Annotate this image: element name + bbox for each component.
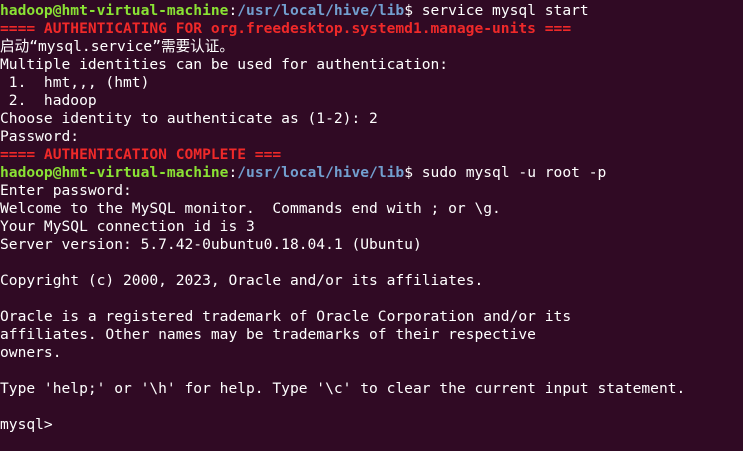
prompt-path: /usr/local/hive/lib (237, 2, 405, 19)
terminal-line: affiliates. Other names may be trademark… (0, 326, 536, 344)
terminal-line: Multiple identities can be used for auth… (0, 56, 448, 74)
terminal-line: Oracle is a registered trademark of Orac… (0, 308, 571, 326)
output-text: 1. hmt,,, (hmt) (0, 74, 150, 91)
terminal-line: 1. hmt,,, (hmt) (0, 74, 150, 92)
output-text: Welcome to the MySQL monitor. Commands e… (0, 200, 501, 217)
terminal-line: owners. (0, 344, 62, 362)
command-text: sudo mysql -u root -p (421, 164, 607, 181)
auth-banner: ==== AUTHENTICATING FOR org.freedesktop.… (0, 20, 572, 37)
terminal-line: hadoop@hmt-virtual-machine:/usr/local/hi… (0, 2, 589, 20)
terminal-line: hadoop@hmt-virtual-machine:/usr/local/hi… (0, 164, 606, 182)
prompt-user-host: hadoop@hmt-virtual-machine (0, 164, 229, 181)
prompt-path: /usr/local/hive/lib (237, 164, 405, 181)
terminal-line: Password: (0, 128, 88, 146)
terminal-line: Your MySQL connection id is 3 (0, 218, 255, 236)
terminal-line: ==== AUTHENTICATION COMPLETE === (0, 146, 281, 164)
output-text: Your MySQL connection id is 3 (0, 218, 255, 235)
mysql-input-line[interactable]: mysql> (0, 416, 71, 434)
prompt-colon: : (228, 164, 238, 181)
mysql-prompt: mysql> (0, 416, 62, 433)
terminal-line: 启动“mysql.service”需要认证。 (0, 38, 234, 56)
terminal-window[interactable]: hadoop@hmt-virtual-machine:/usr/local/hi… (0, 0, 743, 451)
terminal-line: 2. hadoop (0, 92, 97, 110)
output-text: Copyright (c) 2000, 2023, Oracle and/or … (0, 272, 484, 289)
terminal-line: Welcome to the MySQL monitor. Commands e… (0, 200, 501, 218)
text-cursor (62, 416, 71, 432)
terminal-line: ==== AUTHENTICATING FOR org.freedesktop.… (0, 20, 571, 38)
prompt-colon: : (228, 2, 238, 19)
output-text: owners. (0, 344, 62, 361)
output-text: Oracle is a registered trademark of Orac… (0, 308, 572, 325)
terminal-line: Choose identity to authenticate as (1-2)… (0, 110, 378, 128)
prompt-user-host: hadoop@hmt-virtual-machine (0, 2, 229, 19)
terminal-line: Copyright (c) 2000, 2023, Oracle and/or … (0, 272, 483, 290)
terminal-line: Enter password: (0, 182, 141, 200)
terminal-line: Type 'help;' or '\h' for help. Type '\c'… (0, 380, 685, 398)
auth-banner: ==== AUTHENTICATION COMPLETE === (0, 146, 282, 163)
output-text: Choose identity to authenticate as (1-2)… (0, 110, 378, 127)
output-text: affiliates. Other names may be trademark… (0, 326, 536, 343)
prompt-suffix: $ (404, 164, 422, 181)
output-text: 2. hadoop (0, 92, 97, 109)
terminal-line: Server version: 5.7.42-0ubuntu0.18.04.1 … (0, 236, 422, 254)
output-text: Enter password: (0, 182, 141, 199)
prompt-suffix: $ (404, 2, 422, 19)
output-text: Type 'help;' or '\h' for help. Type '\c'… (0, 380, 686, 397)
output-text: 启动“mysql.service”需要认证。 (0, 38, 234, 55)
command-text: service mysql start (421, 2, 589, 19)
output-text: Password: (0, 128, 88, 145)
output-text: Server version: 5.7.42-0ubuntu0.18.04.1 … (0, 236, 422, 253)
output-text: Multiple identities can be used for auth… (0, 56, 449, 73)
